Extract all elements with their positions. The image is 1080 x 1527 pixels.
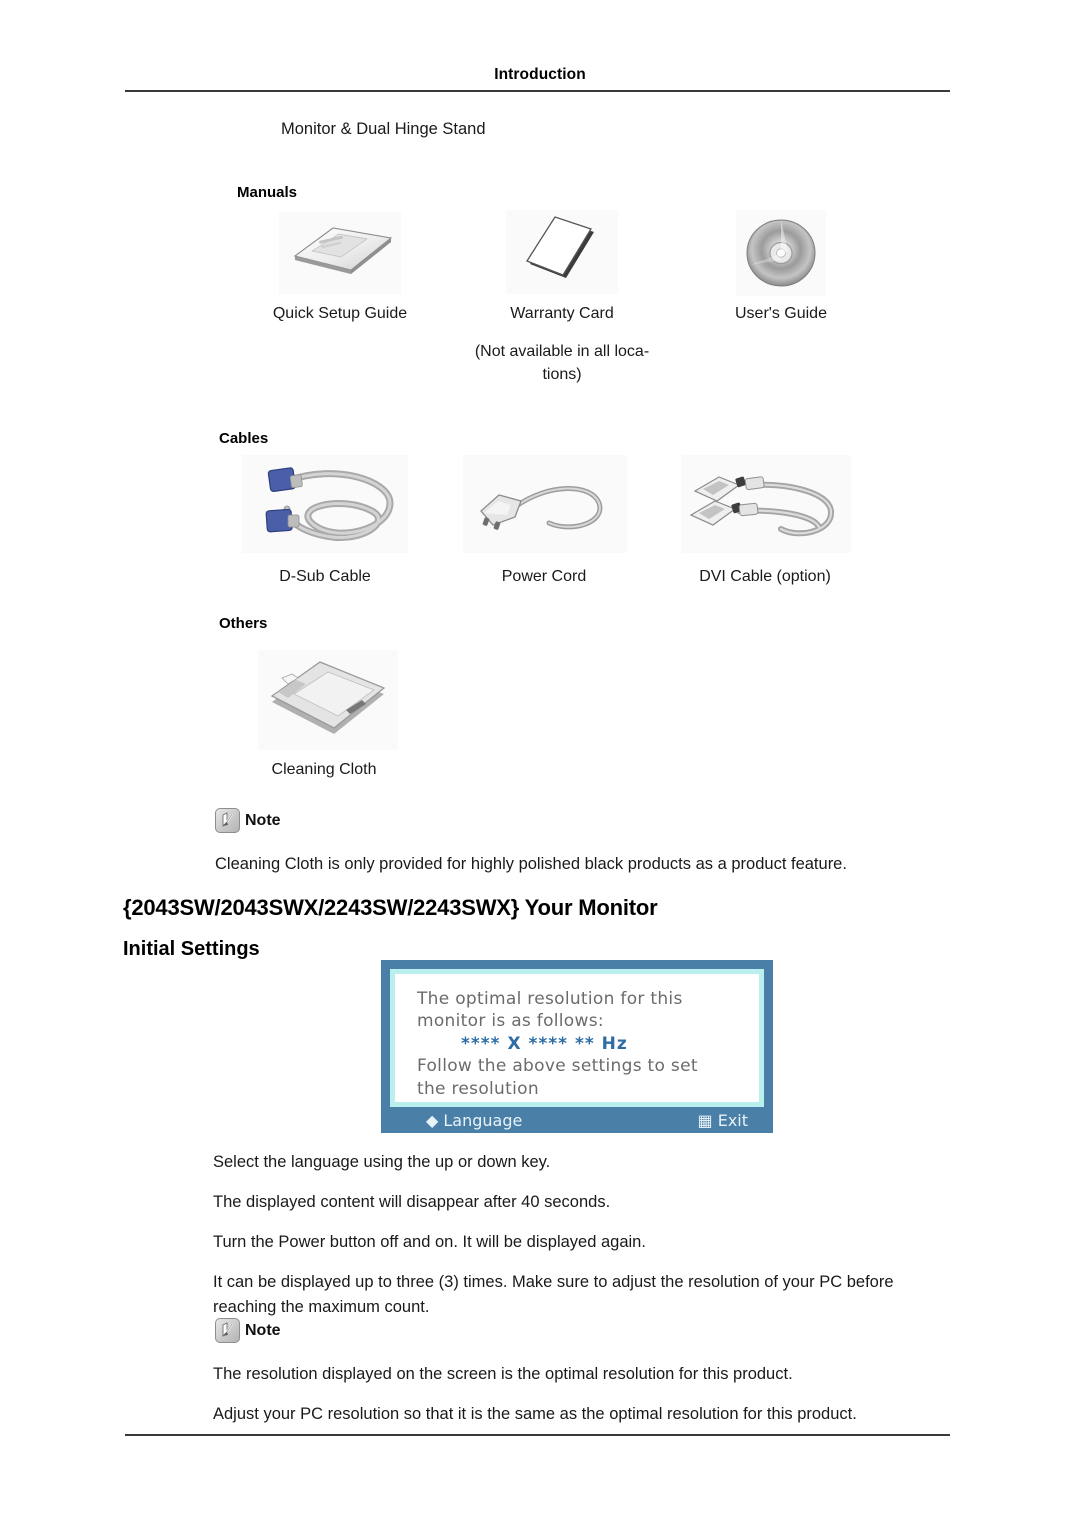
caption-users-guide: User's Guide [735,305,827,322]
cd-disc-icon [736,210,826,296]
note-two-text-one: The resolution displayed on the screen i… [213,1365,793,1383]
instruction-line-2: The displayed content will disappear aft… [213,1193,611,1211]
note-one-text: Cleaning Cloth is only provided for high… [215,855,847,873]
note-block-two: Note [215,1318,281,1343]
caption-warranty-card-note: (Not available in all loca-tions) [474,343,650,384]
osd-exit-key[interactable]: ▦ Exit [698,1111,749,1130]
document-page: Introduction Monitor & Dual Hinge Stand … [0,0,1080,1527]
osd-key-bar: ◆ Language ▦ Exit [390,1107,764,1133]
osd-language-key[interactable]: ◆ Language [426,1111,522,1130]
card-icon [506,210,618,294]
instruction-line-4: It can be displayed up to three (3) time… [213,1273,894,1316]
power-cord-icon [463,455,627,553]
initial-settings-title: Initial Settings [123,938,260,960]
note-pen-icon [215,808,240,833]
section-heading-manuals: Manuals [237,184,298,201]
booklet-icon [279,212,401,294]
monitor-stand-subtitle: Monitor & Dual Hinge Stand [281,120,486,138]
monitor-section-title: {2043SW/2043SWX/2243SW/2243SWX} Your Mon… [123,895,658,920]
osd-line-4: the resolution [417,1078,539,1099]
osd-line-2: monitor is as follows: [417,1011,604,1032]
osd-dialog: The optimal resolution for this monitor … [381,960,773,1133]
instruction-line-3: Turn the Power button off and on. It wil… [213,1233,646,1251]
instruction-line-1: Select the language using the up or down… [213,1153,551,1171]
header-divider [125,90,950,92]
osd-message-area: The optimal resolution for this monitor … [390,969,764,1107]
note-pen-icon-two [215,1318,240,1343]
cleaning-cloth-icon [258,650,398,750]
section-heading-cables: Cables [219,430,269,447]
footer-divider [125,1434,950,1436]
caption-dsub-cable: D-Sub Cable [279,568,371,585]
caption-power-cord: Power Cord [501,568,587,585]
osd-line-1: The optimal resolution for this [417,989,683,1009]
note-two-text-two: Adjust your PC resolution so that it is … [213,1405,857,1423]
osd-language-label: Language [443,1110,523,1130]
page-header-title: Introduction [494,66,586,83]
osd-exit-label: Exit [717,1110,748,1130]
note-block-one: Note [215,808,281,833]
osd-resolution-value: **** X **** ** Hz [461,1033,628,1054]
caption-dvi-cable: DVI Cable (option) [699,568,831,585]
dsub-cable-icon [242,455,408,553]
note-label-one: Note [245,811,281,829]
dvi-cable-icon [681,455,851,553]
caption-quick-setup-guide: Quick Setup Guide [272,305,408,322]
osd-line-3: Follow the above settings to set [417,1056,698,1077]
caption-warranty-card: Warranty Card [510,305,614,322]
note-label-two: Note [245,1321,281,1339]
caption-cleaning-cloth: Cleaning Cloth [271,761,377,778]
section-heading-others: Others [219,615,268,632]
